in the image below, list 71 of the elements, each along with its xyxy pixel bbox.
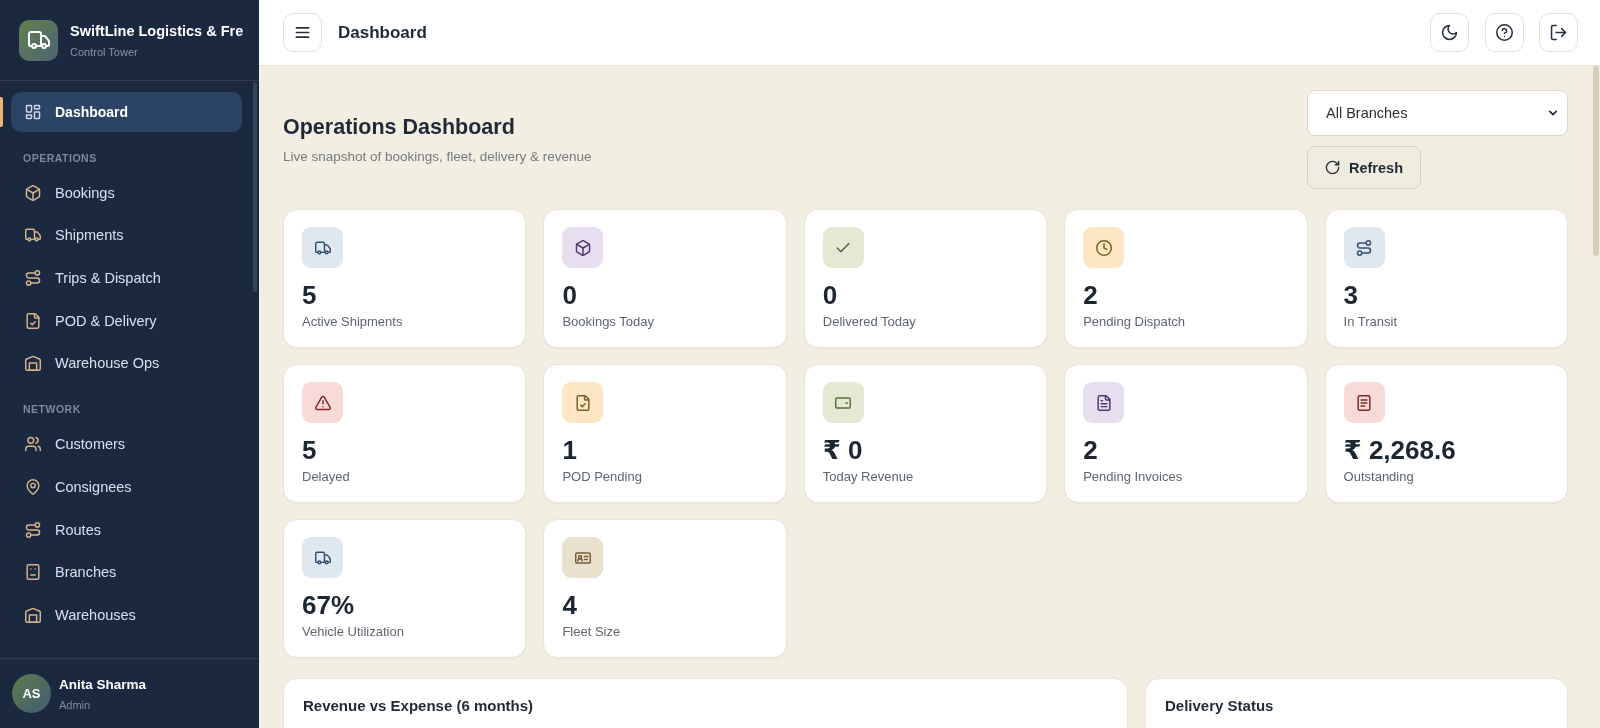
section-label: OPERATIONS — [23, 150, 98, 165]
nav-item[interactable]: Bookings — [11, 172, 242, 213]
stat-value: 67% — [302, 590, 356, 620]
building-icon — [25, 564, 41, 581]
active-indicator — [0, 97, 3, 127]
file-check-icon — [25, 312, 41, 329]
stat-label: Active Shipments — [302, 313, 404, 331]
nav-item[interactable]: Warehouse Ops — [11, 343, 242, 384]
menu-icon — [294, 24, 311, 41]
refresh-button[interactable]: Refresh — [1307, 146, 1421, 189]
page-subtitle: Live snapshot of bookings, fleet, delivery & revenue — [283, 147, 592, 166]
map-pin-icon — [25, 478, 41, 495]
stat-label: Today Revenue — [822, 468, 915, 486]
truck-icon — [19, 19, 58, 61]
stat-label: Outstanding — [1343, 468, 1415, 486]
stat-value: 3 — [1343, 280, 1360, 310]
nav-item[interactable]: Consignees — [11, 466, 242, 507]
nav-item[interactable]: POD & Delivery — [11, 300, 242, 341]
box-icon — [25, 184, 41, 201]
branch-select[interactable]: All Branches — [1307, 90, 1568, 136]
page-heading: Operations Dashboard — [283, 113, 516, 140]
dashboard-icon — [25, 104, 41, 120]
stat-label: Vehicle Utilization — [302, 623, 405, 641]
stat-label: Fleet Size — [562, 623, 622, 641]
route-icon — [25, 521, 41, 538]
card-title: Delivery Status — [1165, 696, 1275, 716]
route-icon — [25, 270, 41, 287]
nav-item[interactable]: Trips & Dispatch — [11, 258, 242, 299]
stat-label: Pending Dispatch — [1083, 313, 1187, 331]
stat-value: 5 — [302, 435, 318, 465]
stat-label: POD Pending — [562, 468, 643, 486]
scrollbar-thumb[interactable] — [1593, 66, 1599, 256]
stat-value: 1 — [562, 435, 578, 465]
stat-value: 2 — [1083, 280, 1099, 310]
nav-item[interactable]: Customers — [11, 424, 242, 465]
stat-label: Delayed — [302, 468, 351, 486]
warehouse-icon — [25, 355, 41, 372]
user-avatar: AS — [12, 674, 51, 713]
stat-label: Pending Invoices — [1083, 468, 1184, 486]
stat-value: 0 — [562, 280, 578, 310]
user-role: Admin — [59, 698, 92, 711]
users-icon — [25, 436, 41, 453]
stat-value: 5 — [302, 280, 318, 310]
logout-icon — [1550, 24, 1567, 41]
moon-icon — [1441, 24, 1458, 41]
stat-value: ₹ 2,268.6 — [1343, 435, 1457, 465]
help-button[interactable] — [1484, 13, 1524, 52]
section-label: NETWORK — [23, 402, 82, 417]
theme-toggle-button[interactable] — [1430, 13, 1469, 52]
stat-value: 2 — [1083, 435, 1099, 465]
stat-label: Bookings Today — [562, 313, 655, 331]
stat-label: In Transit — [1343, 313, 1399, 331]
logout-button[interactable] — [1539, 13, 1578, 52]
truck-icon — [25, 227, 41, 244]
nav-item[interactable]: Shipments — [11, 215, 242, 256]
nav-item[interactable]: Warehouses — [11, 594, 242, 635]
header-title: Dashboard — [338, 22, 428, 43]
stat-value: 0 — [822, 280, 839, 310]
nav-item[interactable]: Branches — [11, 552, 242, 593]
stat-value: ₹ 0 — [822, 435, 864, 465]
user-name: Anita Sharma — [59, 676, 147, 692]
stat-label: Delivered Today — [822, 313, 917, 331]
nav-item[interactable]: Routes — [11, 509, 242, 550]
brand-name: SwiftLine Logistics & Fre — [70, 22, 244, 39]
menu-button[interactable] — [283, 13, 322, 52]
brand-subtitle: Control Tower — [70, 45, 139, 58]
refresh-icon — [1325, 160, 1340, 175]
stat-value: 4 — [562, 590, 578, 620]
card-title: Revenue vs Expense (6 months) — [303, 696, 535, 716]
warehouse-icon — [25, 606, 41, 623]
help-icon — [1495, 24, 1513, 41]
